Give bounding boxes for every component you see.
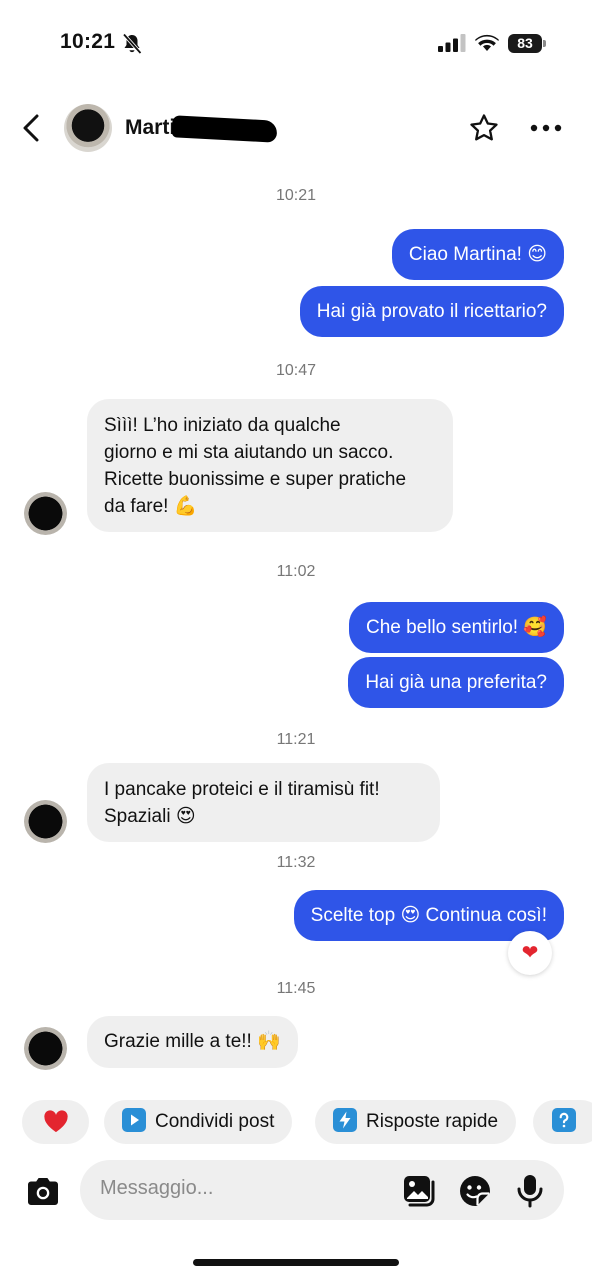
chip-label: Risposte rapide	[366, 1111, 499, 1132]
more-options-icon[interactable]	[530, 124, 562, 132]
message-line: giorno e mi sta aiutando un sacco.	[104, 442, 394, 463]
received-message[interactable]: Grazie mille a te!! 🙌	[87, 1016, 298, 1068]
timestamp: 11:32	[276, 854, 316, 871]
timestamp: 11:21	[276, 731, 316, 748]
wifi-icon	[475, 34, 499, 51]
heart-reaction[interactable]: ❤	[508, 931, 552, 975]
timestamp: 10:21	[275, 187, 317, 204]
received-message[interactable]: Sììì! L’ho iniziato da qualche giorno e …	[87, 399, 453, 532]
sent-message[interactable]: Che bello sentirlo! 🥰	[348, 602, 564, 653]
message-input[interactable]	[100, 1177, 380, 1200]
received-message[interactable]: I pancake proteici e il tiramisù fit! Sp…	[87, 763, 440, 842]
help-chip[interactable]	[533, 1100, 592, 1144]
timestamp: 10:47	[275, 362, 317, 379]
camera-icon[interactable]	[25, 1176, 61, 1206]
sender-avatar[interactable]	[24, 1027, 67, 1070]
star-icon[interactable]	[468, 112, 500, 144]
battery-cap	[543, 40, 546, 47]
question-icon	[552, 1108, 576, 1133]
bell-off-icon	[122, 33, 142, 55]
contact-name[interactable]: Marti	[125, 116, 175, 140]
lightning-icon	[333, 1108, 357, 1133]
sent-message[interactable]: Hai già provato il ricettario?	[299, 286, 564, 337]
timestamp: 11:02	[276, 563, 316, 580]
message-line: da fare! 💪	[104, 496, 198, 517]
gallery-icon[interactable]	[402, 1174, 436, 1208]
play-icon	[122, 1108, 146, 1133]
quick-heart-chip[interactable]	[22, 1100, 89, 1144]
sent-message[interactable]: Ciao Martina! 😊	[391, 229, 564, 280]
message-line: Sììì! L’ho iniziato da qualche	[104, 415, 341, 436]
sender-avatar[interactable]	[24, 800, 67, 843]
timestamp: 11:45	[276, 980, 316, 997]
battery-indicator: 83	[508, 34, 542, 53]
signal-icon	[438, 34, 466, 52]
share-post-chip[interactable]: Condividi post	[104, 1100, 293, 1144]
contact-avatar[interactable]	[64, 104, 112, 152]
sent-message[interactable]: Hai già una preferita?	[348, 657, 564, 708]
heart-icon	[43, 1110, 68, 1132]
message-line: Ricette buonissime e super pratiche	[104, 469, 407, 490]
status-time: 10:21	[60, 30, 116, 53]
chip-label: Condividi post	[155, 1111, 275, 1132]
message-line: I pancake proteici e il tiramisù fit!	[104, 779, 380, 800]
quick-replies-chip[interactable]: Risposte rapide	[315, 1100, 517, 1144]
microphone-icon[interactable]	[515, 1173, 545, 1209]
redaction-mark	[171, 115, 278, 143]
sender-avatar[interactable]	[24, 492, 67, 535]
back-icon[interactable]	[20, 113, 44, 143]
sticker-icon[interactable]	[458, 1174, 492, 1208]
message-line: Spaziali 😍	[104, 806, 196, 827]
home-indicator	[193, 1259, 399, 1266]
